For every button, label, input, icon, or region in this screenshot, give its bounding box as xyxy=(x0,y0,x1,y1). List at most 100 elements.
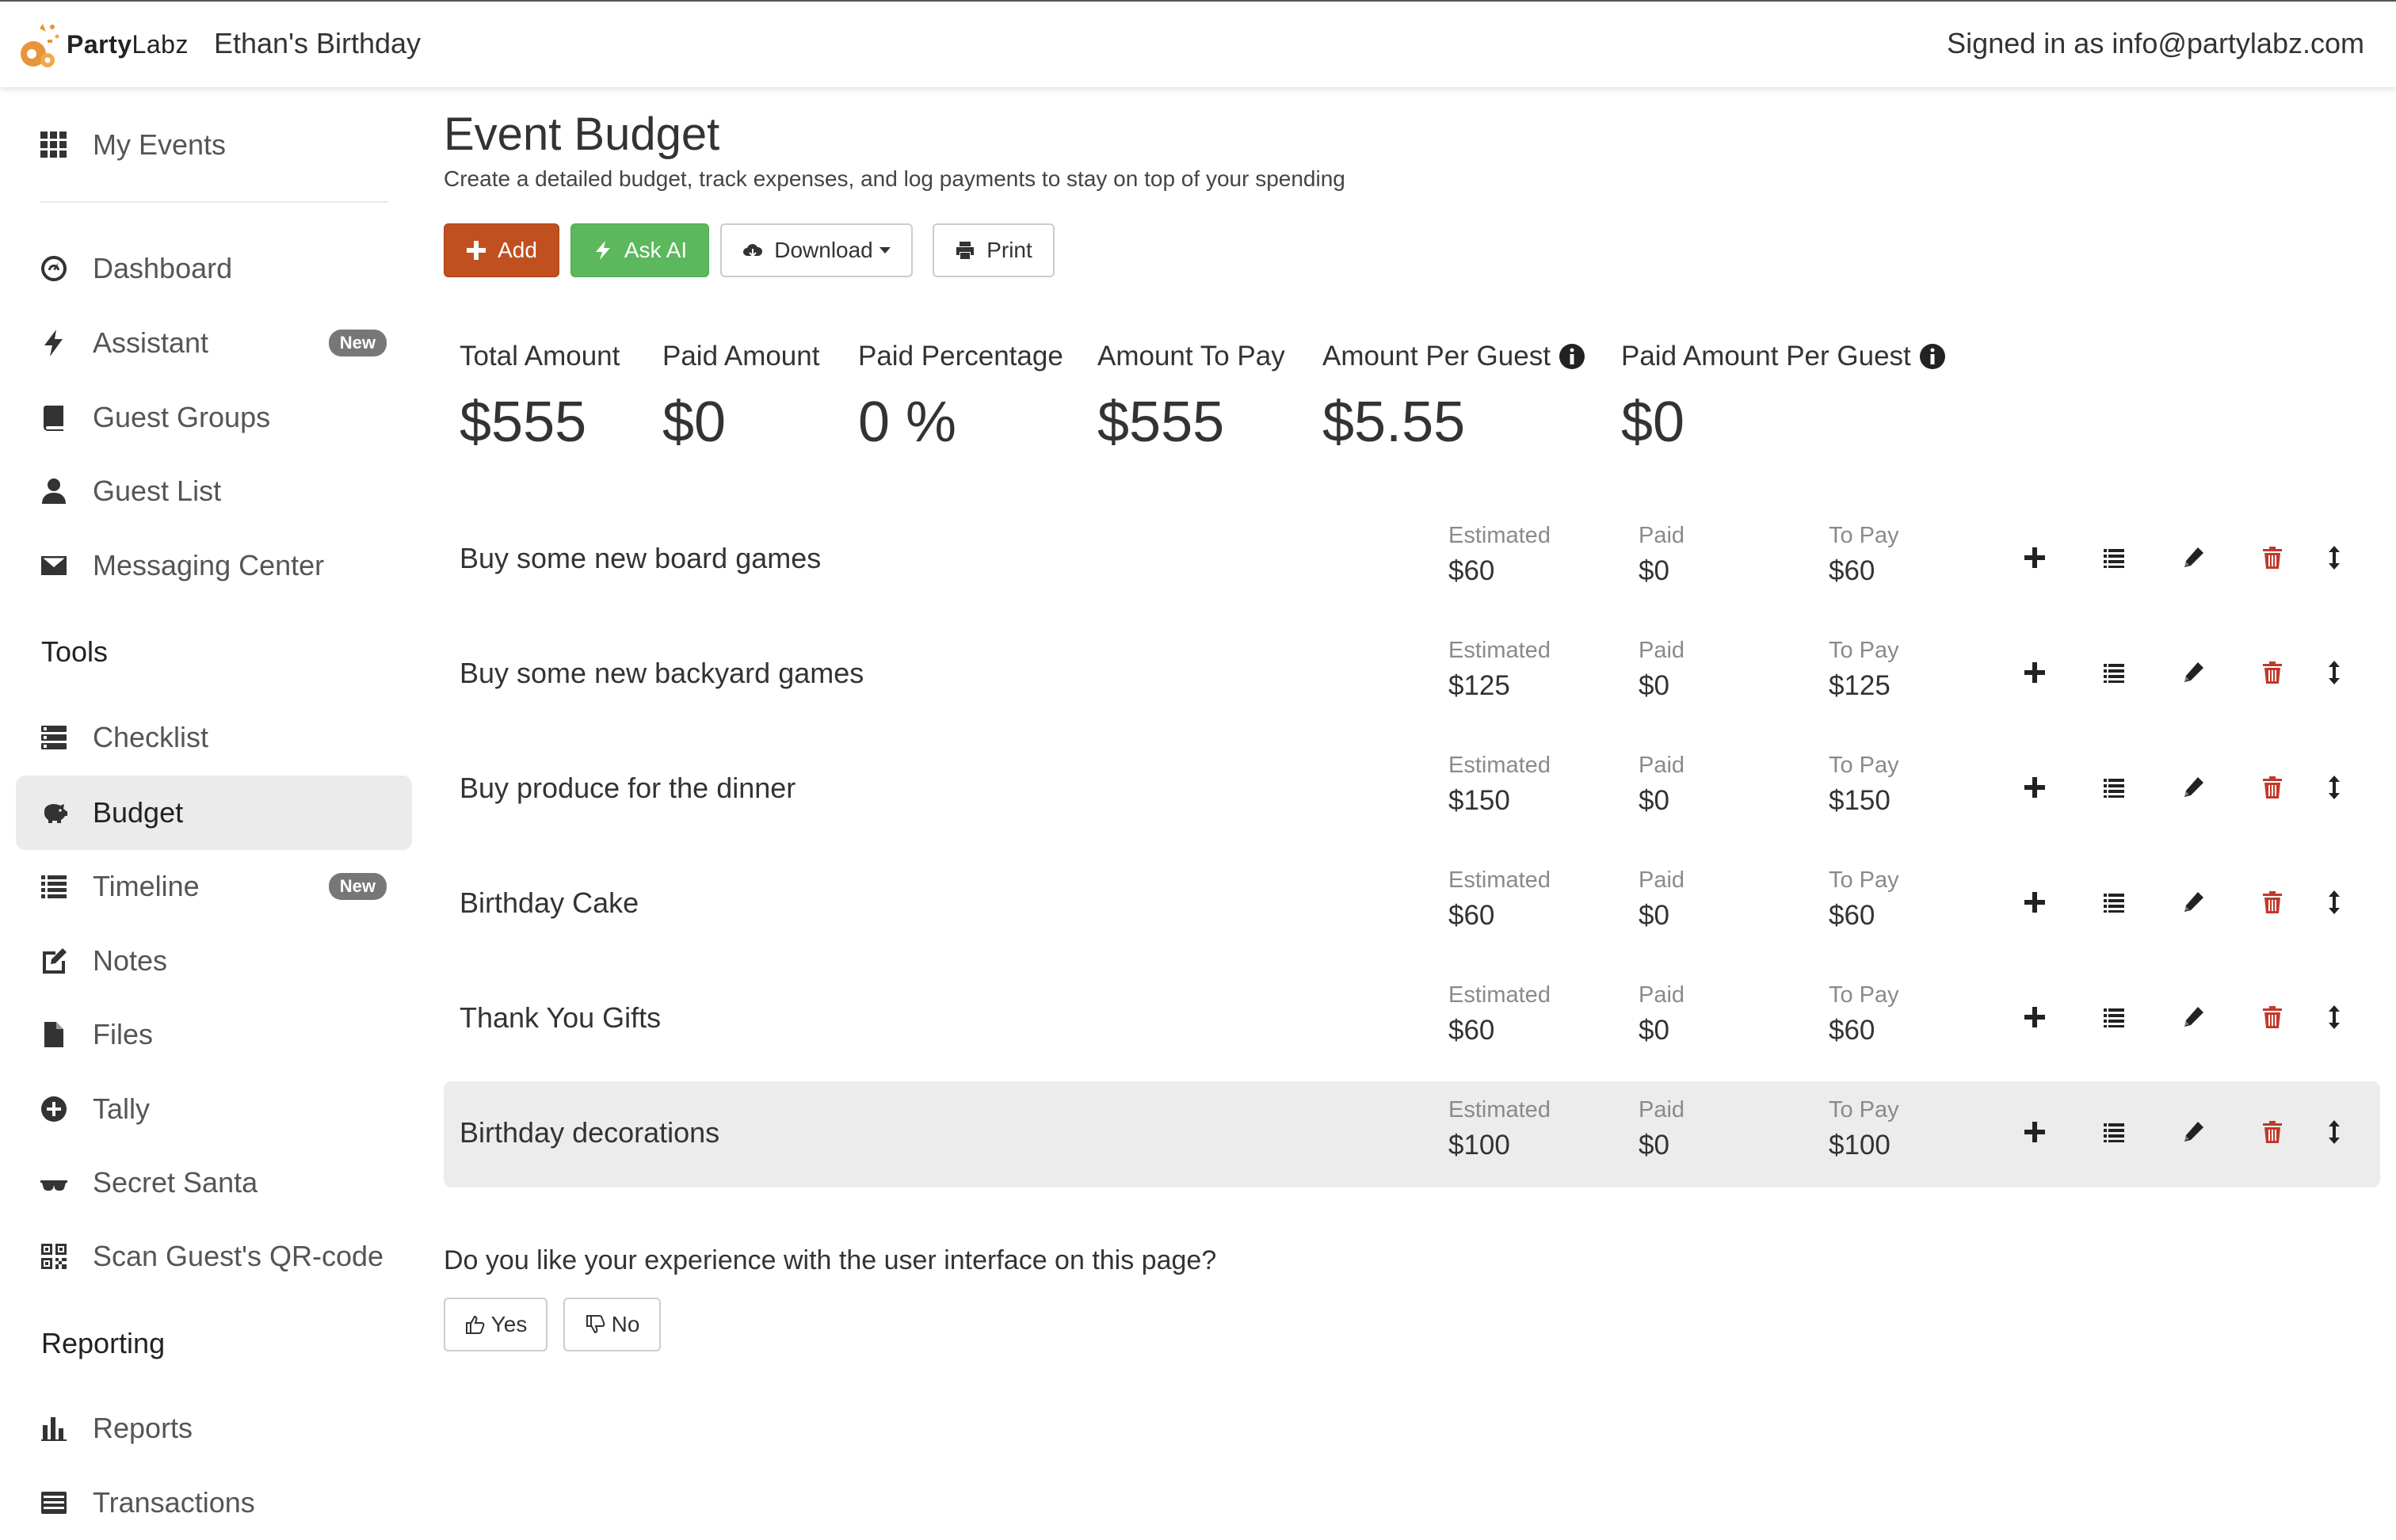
view-payments-button[interactable] xyxy=(2096,885,2131,920)
stat-label: Paid Percentage xyxy=(858,341,1063,372)
stat-paid-percentage: Paid Percentage 0 % xyxy=(858,341,1063,455)
sidebar-item-scan-qr[interactable]: Scan Guest's QR-code xyxy=(16,1219,412,1294)
add-payment-button[interactable] xyxy=(2017,885,2052,920)
edit-item-button[interactable] xyxy=(2176,1115,2211,1149)
sidebar-item-transactions[interactable]: Transactions xyxy=(16,1466,412,1540)
to-pay-label: To Pay xyxy=(1829,523,1899,548)
print-button[interactable]: Print xyxy=(933,223,1055,277)
budget-item-name[interactable]: Birthday decorations xyxy=(460,1116,719,1149)
delete-item-button[interactable] xyxy=(2255,885,2290,920)
brand-name[interactable]: PartyLabz xyxy=(67,30,189,59)
budget-item-name[interactable]: Buy some new backyard games xyxy=(460,657,864,690)
arrows-vertical-icon xyxy=(2329,776,2340,799)
pencil-icon xyxy=(2184,547,2203,567)
feedback-yes-button[interactable]: Yes xyxy=(444,1298,547,1351)
add-payment-button[interactable] xyxy=(2017,1115,2052,1149)
signed-in-user[interactable]: Signed in as info@partylabz.com xyxy=(1947,27,2364,60)
add-button[interactable]: Add xyxy=(444,223,559,277)
edit-item-button[interactable] xyxy=(2176,885,2211,920)
reorder-handle[interactable] xyxy=(2317,540,2352,575)
to-pay-column: To Pay $125 xyxy=(1829,638,1899,702)
budget-item-row[interactable]: Birthday decorations Estimated $100 Paid… xyxy=(444,1081,2380,1187)
plus-icon xyxy=(467,241,486,260)
reorder-handle[interactable] xyxy=(2317,885,2352,920)
to-pay-label: To Pay xyxy=(1829,867,1899,893)
edit-item-button[interactable] xyxy=(2176,540,2211,575)
sidebar-item-notes[interactable]: Notes xyxy=(16,924,412,998)
budget-item-name[interactable]: Thank You Gifts xyxy=(460,1001,661,1035)
view-payments-button[interactable] xyxy=(2096,1115,2131,1149)
edit-item-button[interactable] xyxy=(2176,655,2211,690)
sidebar-item-timeline[interactable]: Timeline New xyxy=(16,849,412,924)
qrcode-icon xyxy=(38,1241,70,1272)
reorder-handle[interactable] xyxy=(2317,1000,2352,1035)
trash-icon xyxy=(2263,1121,2282,1143)
page-title: Event Budget xyxy=(444,109,720,160)
view-payments-button[interactable] xyxy=(2096,770,2131,805)
sidebar-item-tally[interactable]: Tally xyxy=(16,1072,412,1146)
paid-column: Paid $0 xyxy=(1639,867,1684,932)
info-icon[interactable] xyxy=(1919,343,1946,370)
stat-amount-per-guest: Amount Per Guest $5.55 xyxy=(1322,341,1585,455)
budget-item-row[interactable]: Buy some new board games Estimated $60 P… xyxy=(444,507,2380,613)
partylabz-logo-icon[interactable] xyxy=(16,19,67,71)
reorder-handle[interactable] xyxy=(2317,770,2352,805)
delete-item-button[interactable] xyxy=(2255,655,2290,690)
feedback-question: Do you like your experience with the use… xyxy=(444,1245,1217,1275)
budget-item-row[interactable]: Birthday Cake Estimated $60 Paid $0 To P… xyxy=(444,852,2380,958)
view-payments-button[interactable] xyxy=(2096,540,2131,575)
budget-item-name[interactable]: Buy some new board games xyxy=(460,542,821,575)
view-payments-button[interactable] xyxy=(2096,655,2131,690)
sidebar-item-checklist[interactable]: Checklist xyxy=(16,700,412,775)
sidebar-item-secret-santa[interactable]: Secret Santa xyxy=(16,1145,412,1220)
estimated-label: Estimated xyxy=(1448,867,1551,893)
to-pay-label: To Pay xyxy=(1829,638,1899,663)
sidebar-item-my-events[interactable]: My Events xyxy=(16,108,412,182)
arrows-vertical-icon xyxy=(2329,661,2340,684)
add-payment-button[interactable] xyxy=(2017,540,2052,575)
sidebar-item-messaging-center[interactable]: Messaging Center xyxy=(16,528,412,603)
delete-item-button[interactable] xyxy=(2255,540,2290,575)
sidebar-item-budget[interactable]: Budget xyxy=(16,776,412,850)
add-payment-button[interactable] xyxy=(2017,1000,2052,1035)
sidebar-item-label: Tally xyxy=(93,1092,151,1125)
sidebar-item-guest-list[interactable]: Guest List xyxy=(16,454,412,528)
paid-value: $0 xyxy=(1639,555,1669,586)
feedback-no-button[interactable]: No xyxy=(563,1298,661,1351)
info-icon[interactable] xyxy=(1559,343,1585,370)
ask-ai-button[interactable]: Ask AI xyxy=(570,223,709,277)
add-payment-button[interactable] xyxy=(2017,770,2052,805)
view-payments-button[interactable] xyxy=(2096,1000,2131,1035)
sidebar-item-assistant[interactable]: Assistant New xyxy=(16,306,412,380)
add-payment-button[interactable] xyxy=(2017,655,2052,690)
edit-item-button[interactable] xyxy=(2176,770,2211,805)
list-icon xyxy=(2104,664,2124,683)
to-pay-value: $60 xyxy=(1829,555,1875,586)
budget-item-row[interactable]: Buy some new backyard games Estimated $1… xyxy=(444,622,2380,728)
budget-item-name[interactable]: Buy produce for the dinner xyxy=(460,772,795,805)
sidebar-item-dashboard[interactable]: Dashboard xyxy=(16,231,412,306)
estimated-label: Estimated xyxy=(1448,638,1551,663)
event-name[interactable]: Ethan's Birthday xyxy=(214,27,421,60)
sidebar-item-guest-groups[interactable]: Guest Groups xyxy=(16,380,412,455)
stat-label: Paid Amount xyxy=(662,341,820,372)
sidebar-item-reports[interactable]: Reports xyxy=(16,1391,412,1466)
delete-item-button[interactable] xyxy=(2255,1115,2290,1149)
list-icon xyxy=(2104,549,2124,568)
stat-label: Paid Amount Per Guest xyxy=(1621,341,1911,372)
to-pay-value: $150 xyxy=(1829,785,1890,816)
paid-value: $0 xyxy=(1639,1015,1669,1046)
delete-item-button[interactable] xyxy=(2255,770,2290,805)
sidebar-item-files[interactable]: Files xyxy=(16,997,412,1072)
download-button[interactable]: Download xyxy=(720,223,913,277)
budget-item-name[interactable]: Birthday Cake xyxy=(460,886,639,920)
budget-item-row[interactable]: Thank You Gifts Estimated $60 Paid $0 To… xyxy=(444,966,2380,1073)
sidebar-divider xyxy=(40,201,388,203)
reorder-handle[interactable] xyxy=(2317,1115,2352,1149)
stat-value: $0 xyxy=(1621,391,1685,454)
edit-item-button[interactable] xyxy=(2176,1000,2211,1035)
budget-item-row[interactable]: Buy produce for the dinner Estimated $15… xyxy=(444,737,2380,843)
delete-item-button[interactable] xyxy=(2255,1000,2290,1035)
trash-icon xyxy=(2263,547,2282,569)
reorder-handle[interactable] xyxy=(2317,655,2352,690)
